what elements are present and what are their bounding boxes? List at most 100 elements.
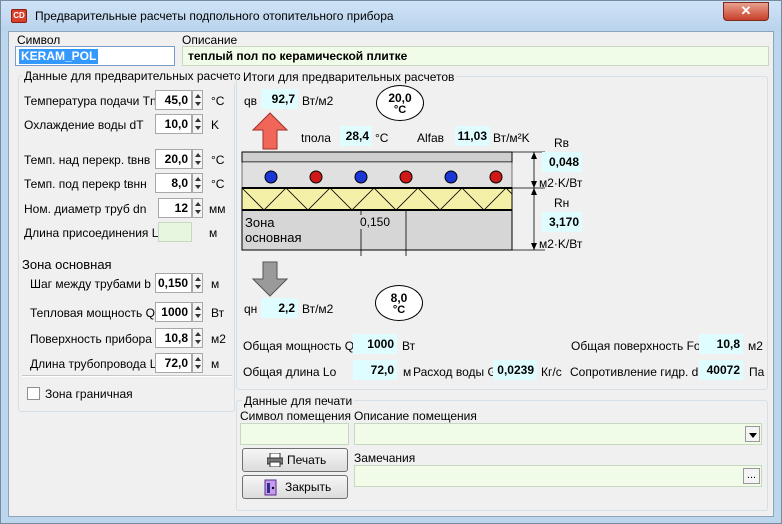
printer-icon (267, 453, 283, 467)
description-value: теплый пол по керамической плитке (188, 49, 408, 63)
room-desc-select[interactable] (354, 423, 762, 445)
temp-below-unit: °C (211, 177, 225, 191)
temp-above-unit: °C (211, 153, 225, 167)
results-group-title: Итоги для предварительных расчетов (241, 70, 457, 84)
heat-down-arrow-icon (252, 261, 288, 297)
print-button[interactable]: Печать (242, 448, 348, 472)
resistance-label: Сопротивление гидр. dP (570, 365, 707, 379)
pipe-spacing-label: Шаг между трубами b (30, 277, 151, 291)
zone-title: Зона основная (22, 257, 112, 272)
heat-power-label: Тепловая мощность Qo (30, 306, 162, 320)
remarks-input[interactable]: ... (354, 465, 762, 487)
total-surface-unit: м2 (748, 339, 763, 353)
total-power-value: 1000 (353, 334, 397, 354)
title-bar: CD Предварительные расчеты подпольного о… (1, 1, 781, 31)
supply-temp-spinner[interactable] (192, 90, 203, 110)
room-symbol-input[interactable] (240, 423, 349, 445)
cooling-label: Охлаждение воды dT (24, 118, 144, 132)
flow-label: Расход воды G (413, 365, 497, 379)
top-temp-unit: °C (393, 104, 407, 116)
total-length-unit: м (403, 365, 412, 379)
exit-door-icon (264, 479, 277, 496)
app-icon: CD (11, 9, 27, 23)
rv-label: Rв (554, 136, 570, 150)
temp-below-spinner[interactable] (192, 173, 203, 193)
qv-unit: Вт/м2 (302, 94, 334, 108)
total-power-label: Общая мощность Qo (243, 339, 361, 353)
pipe-length-label: Длина трубопровода L (30, 357, 157, 371)
total-length-label: Общая длина Lo (243, 365, 337, 379)
surface-input[interactable]: 10,8 (155, 328, 192, 348)
pipe-diameter-spinner[interactable] (192, 198, 203, 218)
qn-value: 2,2 (261, 298, 298, 318)
qn-label: qн (244, 302, 258, 316)
window-title: Предварительные расчеты подпольного отоп… (35, 9, 394, 23)
description-label: Описание (182, 33, 238, 47)
top-temp-circle: 20,0 °C (376, 85, 424, 121)
symbol-value: KERAM_POL (19, 49, 99, 64)
rn-value: 3,170 (542, 212, 582, 232)
alfa-unit: Вт/м²K (493, 131, 530, 145)
separator (22, 375, 232, 377)
temp-above-input[interactable]: 20,0 (155, 149, 192, 169)
room-desc-dropdown-button[interactable] (745, 426, 760, 442)
spacing-dimension-label: 0,150 (360, 215, 391, 229)
bottom-temp-value: 8,0 (390, 291, 408, 305)
cooling-input[interactable]: 10,0 (155, 114, 192, 134)
top-temp-value: 20,0 (388, 91, 412, 105)
print-button-label: Печать (287, 453, 327, 467)
cooling-unit: K (211, 118, 220, 132)
pipe-spacing-input[interactable]: 0,150 (155, 273, 192, 293)
close-button[interactable]: ✕ (723, 2, 769, 21)
tpola-unit: °C (375, 131, 389, 145)
description-input[interactable]: теплый пол по керамической плитке (182, 46, 769, 66)
close-dialog-button[interactable]: Закрыть (242, 475, 348, 499)
alfa-value: 11,03 (455, 126, 490, 146)
cooling-spinner[interactable] (192, 114, 203, 134)
bottom-temp-circle: 8,0 °C (375, 285, 423, 321)
symbol-label: Символ (17, 33, 61, 47)
input-group-title: Данные для предварительных расчетов (22, 69, 250, 83)
pipe-length-spinner[interactable] (192, 353, 203, 373)
connection-length-input[interactable] (158, 222, 192, 242)
heat-power-input[interactable]: 1000 (155, 302, 192, 322)
pipe-diameter-input[interactable]: 12 (158, 198, 192, 218)
boundary-zone-checkbox[interactable] (27, 387, 40, 400)
supply-temp-unit: °C (211, 94, 225, 108)
pipe-length-unit: м (211, 357, 220, 371)
close-dialog-button-label: Закрыть (285, 480, 332, 494)
pipe-spacing-spinner[interactable] (192, 273, 203, 293)
zone-text-2: основная (245, 230, 302, 245)
rv-value: 0,048 (542, 152, 582, 172)
connection-length-unit: м (209, 226, 218, 240)
temp-below-input[interactable]: 8,0 (155, 173, 192, 193)
symbol-input[interactable]: KERAM_POL (15, 46, 175, 66)
temp-below-label: Темп. под перекр tвнн (24, 177, 147, 191)
chevron-down-icon (749, 433, 757, 438)
supply-temp-input[interactable]: 45,0 (155, 90, 192, 110)
zone-text-1: Зона (245, 215, 275, 230)
temp-above-spinner[interactable] (192, 149, 203, 169)
pipe-spacing-unit: м (211, 277, 220, 291)
room-symbol-label: Символ помещения (240, 409, 351, 423)
heat-power-spinner[interactable] (192, 302, 203, 322)
room-desc-label: Описание помещения (354, 409, 477, 423)
qn-unit: Вт/м2 (302, 302, 334, 316)
surface-spinner[interactable] (192, 328, 203, 348)
pipe-length-input[interactable]: 72,0 (155, 353, 192, 373)
connection-length-label: Длина присоединения Ln (24, 226, 166, 240)
qv-value: 92,7 (261, 89, 298, 109)
total-surface-value: 10,8 (699, 334, 743, 354)
rn-label: Rн (554, 196, 570, 210)
resistance-value: 40072 (699, 360, 743, 380)
tpola-value: 28,4 (340, 126, 372, 146)
tpola-label: tпола (301, 131, 331, 145)
remarks-browse-button[interactable]: ... (743, 468, 760, 484)
total-power-unit: Вт (402, 339, 416, 353)
heat-up-arrow-icon (252, 112, 288, 150)
app-window: CD Предварительные расчеты подпольного о… (0, 0, 782, 524)
flow-value: 0,0239 (493, 360, 537, 380)
boundary-zone-label: Зона граничная (45, 387, 133, 401)
total-surface-label: Общая поверхность Fo (571, 339, 701, 353)
rn-unit: м2·K/Вт (539, 237, 583, 251)
